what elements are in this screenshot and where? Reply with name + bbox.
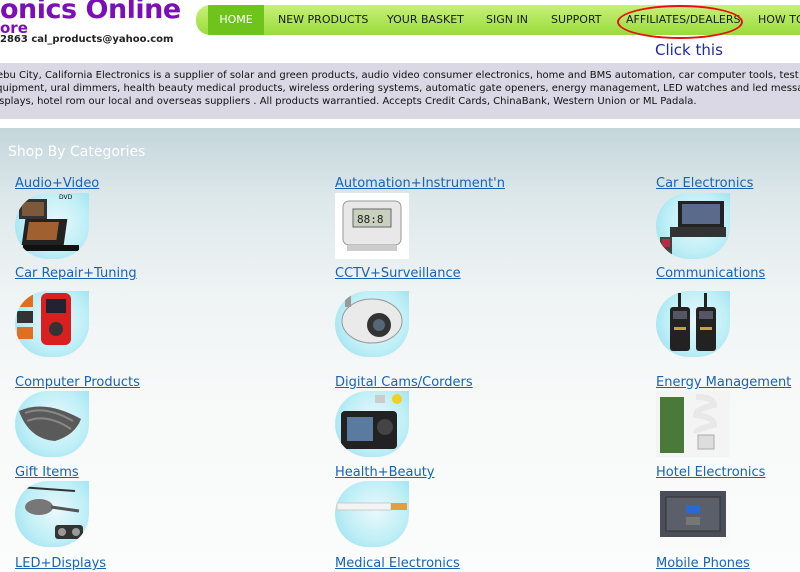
e-cigarette-icon[interactable] bbox=[335, 481, 409, 547]
dome-camera-icon[interactable] bbox=[335, 291, 409, 357]
svg-text:DVD: DVD bbox=[59, 194, 73, 201]
category-link-car-repair[interactable]: Car Repair+Tuning bbox=[15, 266, 137, 281]
safe-box-icon[interactable] bbox=[656, 481, 730, 547]
svg-text:88:8: 88:8 bbox=[357, 213, 384, 226]
category-link-digital-cams[interactable]: Digital Cams/Corders bbox=[335, 375, 473, 390]
category-link-health-beauty[interactable]: Health+Beauty bbox=[335, 465, 435, 480]
rc-helicopter-icon[interactable] bbox=[15, 481, 89, 547]
thermostat-icon[interactable]: 88:8 bbox=[335, 193, 409, 259]
category-link-led-displays[interactable]: LED+Displays bbox=[15, 556, 106, 571]
nav-support[interactable]: SUPPORT bbox=[551, 5, 602, 35]
svg-text:TV: TV bbox=[20, 194, 30, 201]
category-link-communications[interactable]: Communications bbox=[656, 266, 765, 281]
categories-heading: Shop By Categories bbox=[8, 144, 146, 160]
keyboard-cover-icon[interactable] bbox=[15, 391, 89, 457]
nav-new-products[interactable]: NEW PRODUCTS bbox=[278, 5, 368, 35]
category-link-medical-electronics[interactable]: Medical Electronics bbox=[335, 556, 460, 571]
click-note: Click this bbox=[655, 41, 723, 59]
category-link-computer-products[interactable]: Computer Products bbox=[15, 375, 140, 390]
nav-sign-in[interactable]: SIGN IN bbox=[486, 5, 528, 35]
car-stereo-icon[interactable] bbox=[656, 193, 730, 259]
categories-section: Shop By Categories Audio+Video Automatio… bbox=[0, 128, 800, 572]
brand-contact: 2863 cal_products@yahoo.com bbox=[0, 34, 174, 45]
nav-home[interactable]: HOME bbox=[208, 5, 264, 35]
main-nav: HOME NEW PRODUCTS YOUR BASKET SIGN IN SU… bbox=[196, 5, 800, 35]
digital-camera-icon[interactable] bbox=[335, 391, 409, 457]
category-link-hotel-electronics[interactable]: Hotel Electronics bbox=[656, 465, 765, 480]
category-link-cctv[interactable]: CCTV+Surveillance bbox=[335, 266, 461, 281]
category-link-audio-video[interactable]: Audio+Video bbox=[15, 176, 99, 191]
nav-how-to[interactable]: HOW TO bbox=[758, 5, 800, 35]
category-link-mobile-phones[interactable]: Mobile Phones bbox=[656, 556, 750, 571]
nav-affiliates-dealers[interactable]: AFFILIATES/DEALERS bbox=[626, 5, 740, 35]
description-bar: Cebu City, California Electronics is a s… bbox=[0, 63, 800, 119]
tv-dvd-icon[interactable]: TV DVD bbox=[15, 193, 89, 259]
nav-your-basket[interactable]: YOUR BASKET bbox=[387, 5, 464, 35]
description-text: Cebu City, California Electronics is a s… bbox=[0, 70, 800, 107]
diagnostic-scanner-icon[interactable] bbox=[15, 291, 89, 357]
walkie-talkie-icon[interactable] bbox=[656, 291, 730, 357]
cfl-bulb-icon[interactable] bbox=[656, 391, 730, 457]
category-link-energy-management[interactable]: Energy Management bbox=[656, 375, 791, 390]
category-link-car-electronics[interactable]: Car Electronics bbox=[656, 176, 753, 191]
category-link-gift-items[interactable]: Gift Items bbox=[15, 465, 79, 480]
category-link-automation[interactable]: Automation+Instrument'n bbox=[335, 176, 505, 191]
